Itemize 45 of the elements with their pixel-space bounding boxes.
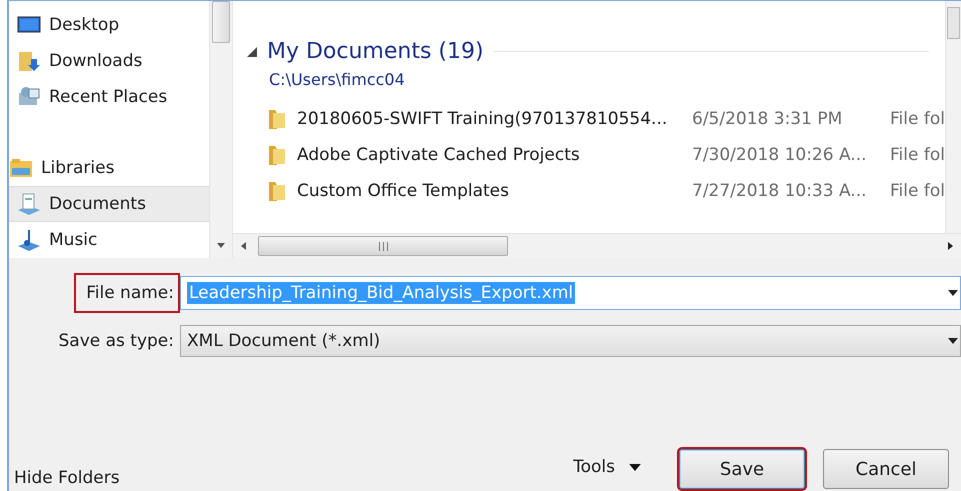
folder-icon <box>267 180 287 202</box>
document-icon <box>17 192 41 216</box>
folder-icon <box>267 108 287 130</box>
nav-item[interactable]: Music <box>9 222 209 258</box>
cancel-button[interactable]: Cancel <box>823 449 949 489</box>
nav-item[interactable]: Downloads <box>9 43 209 79</box>
file-type-dropdown[interactable]: XML Document (*.xml) <box>180 325 961 357</box>
group-path: C:\Users\fimcc04 <box>269 70 406 89</box>
save-button[interactable]: Save <box>679 449 805 489</box>
folder-icon <box>267 144 287 166</box>
scroll-thumb[interactable] <box>258 236 508 256</box>
field-label: File name: <box>74 273 180 313</box>
scroll-right-icon[interactable] <box>948 242 953 250</box>
scroll-left-icon[interactable] <box>241 242 246 250</box>
scrollbar[interactable] <box>209 1 232 258</box>
nav-item[interactable]: Desktop <box>9 7 209 43</box>
nav-item[interactable]: Recent Places <box>9 79 209 115</box>
expand-triangle-icon[interactable] <box>247 46 257 56</box>
scrollbar[interactable] <box>233 233 961 258</box>
file-name[interactable]: Custom Office Templates <box>297 181 692 201</box>
scroll-thumb[interactable] <box>212 1 230 43</box>
group-title: My Documents (19) <box>267 39 484 64</box>
date-modified: 6/5/2018 3:31 PM <box>692 109 844 129</box>
file-name[interactable]: 20180605-SWIFT Training(970137810554... <box>297 109 692 129</box>
library-icon <box>9 156 33 180</box>
field-label: Save as type: <box>57 330 175 353</box>
tools-menu[interactable]: Tools <box>573 457 641 491</box>
download-folder-icon <box>17 49 41 73</box>
file-type: File fol <box>890 145 945 165</box>
scroll-thumb[interactable] <box>947 7 960 39</box>
file-name[interactable]: Adobe Captivate Cached Projects <box>297 145 692 165</box>
scrollbar[interactable] <box>945 1 961 233</box>
nav-item[interactable]: Libraries <box>9 150 209 186</box>
grip-icon <box>378 242 388 250</box>
hide-folders-link[interactable]: Hide Folders <box>14 468 120 491</box>
scroll-down-icon[interactable] <box>217 243 225 248</box>
music-note-icon <box>17 228 41 252</box>
caret-icon <box>629 464 641 470</box>
file-type: File fol <box>890 109 945 129</box>
dropdown-arrow-icon[interactable] <box>948 338 958 344</box>
date-modified: 7/27/2018 10:33 A... <box>692 181 868 201</box>
file-type: File fol <box>890 181 945 201</box>
nav-item[interactable]: Documents <box>9 186 209 222</box>
date-modified: 7/30/2018 10:26 A... <box>692 145 868 165</box>
dropdown-arrow-icon[interactable] <box>948 290 958 296</box>
